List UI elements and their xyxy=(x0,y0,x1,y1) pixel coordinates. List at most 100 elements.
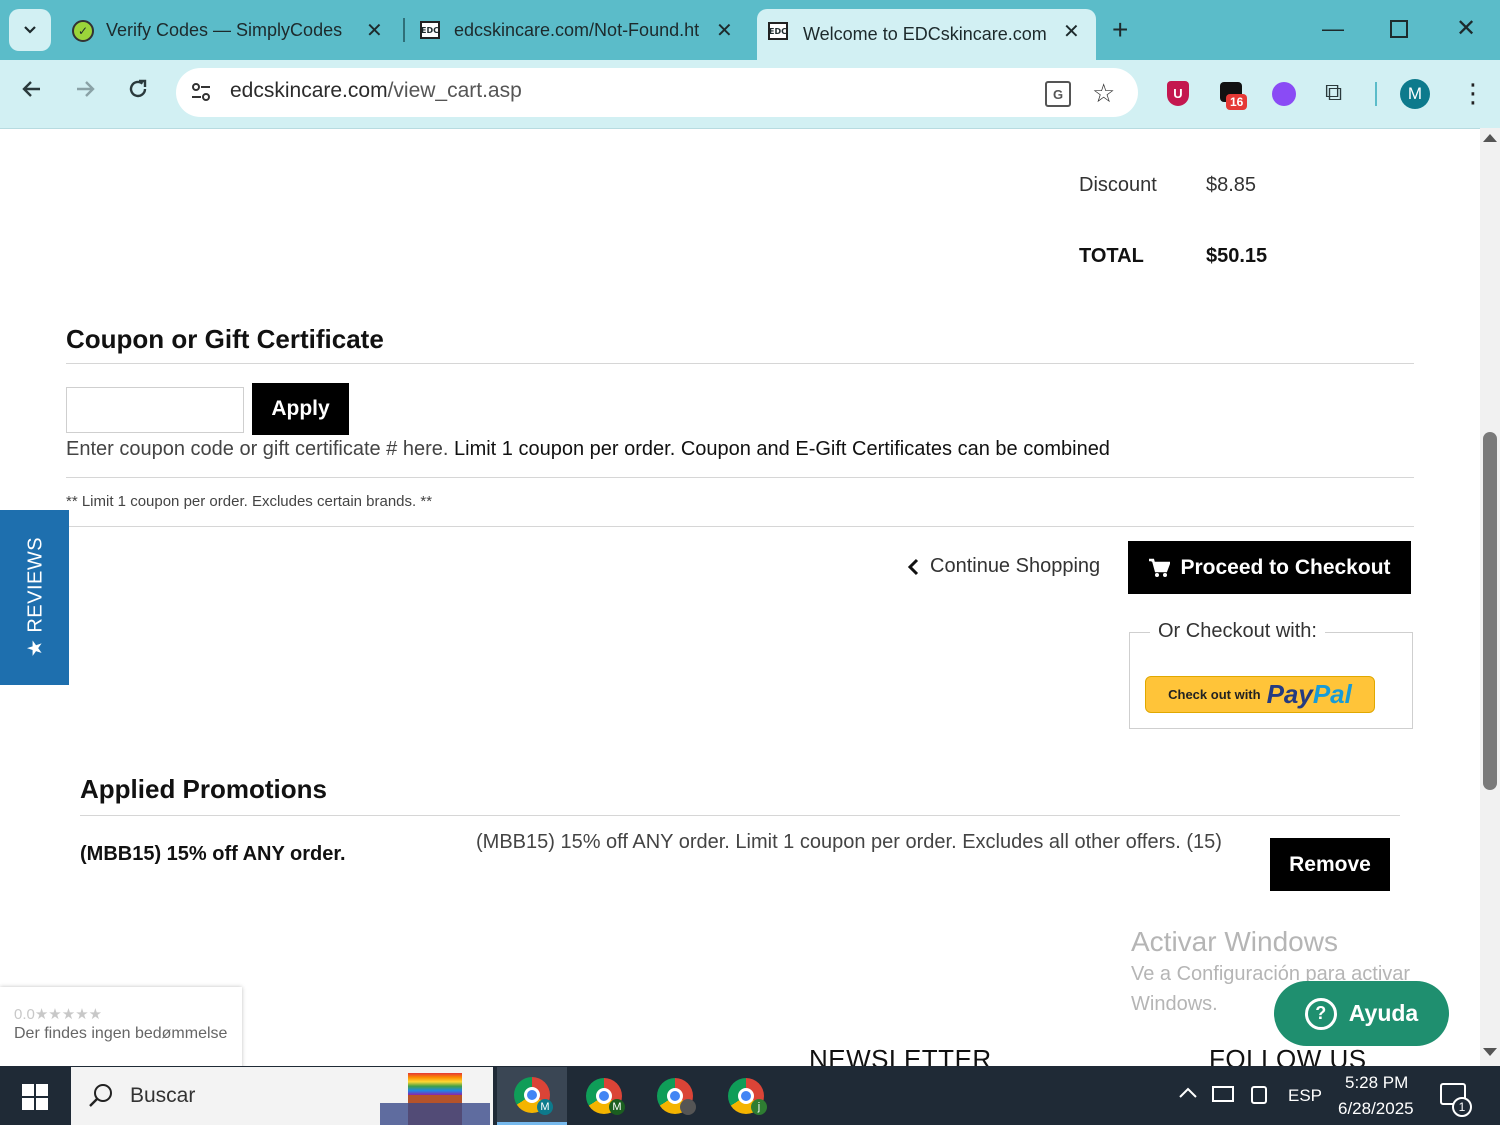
rating-text: Der findes ingen bedømmelse xyxy=(14,1025,228,1042)
help-chat-button[interactable]: ? Ayuda xyxy=(1274,981,1449,1046)
taskbar-chrome-window-3[interactable] xyxy=(640,1067,710,1125)
tab-title: Verify Codes — SimplyCodes xyxy=(106,19,343,40)
arrow-right-icon xyxy=(77,81,95,97)
scrollbar-thumb[interactable] xyxy=(1483,432,1497,790)
start-button[interactable] xyxy=(22,1084,48,1110)
coupon-input[interactable] xyxy=(66,387,244,433)
close-tab-icon[interactable]: ✕ xyxy=(1063,19,1080,44)
taskbar-search-placeholder: Buscar xyxy=(130,1084,196,1107)
chevron-down-icon xyxy=(24,26,36,34)
windows-activation-title: Activar Windows xyxy=(1131,926,1338,957)
rating-value: 0.0 xyxy=(14,1006,35,1023)
arrow-left-icon xyxy=(22,81,40,97)
reload-button[interactable] xyxy=(126,77,150,108)
tab-simplycodes[interactable]: ✓ Verify Codes — SimplyCodes ✕ xyxy=(60,8,400,52)
search-icon xyxy=(88,1082,114,1113)
apply-coupon-button[interactable]: Apply xyxy=(252,383,349,435)
close-tab-icon[interactable]: ✕ xyxy=(716,18,733,43)
browser-menu-icon[interactable]: ⋮ xyxy=(1460,76,1486,110)
forward-button[interactable] xyxy=(73,77,97,108)
tab-divider xyxy=(403,18,405,42)
remove-promotion-button[interactable]: Remove xyxy=(1270,838,1390,891)
url-domain: edcskincare.com xyxy=(230,79,388,102)
scroll-up-arrow-icon[interactable] xyxy=(1483,134,1497,142)
edc-favicon-icon: EDC xyxy=(768,22,788,40)
coupon-note: ** Limit 1 coupon per order. Excludes ce… xyxy=(66,493,433,510)
applied-promotions-heading: Applied Promotions xyxy=(80,774,327,804)
or-checkout-with-label: Or Checkout with: xyxy=(1150,620,1325,643)
meet-now-icon[interactable] xyxy=(1251,1086,1267,1104)
coupon-heading: Coupon or Gift Certificate xyxy=(66,324,384,354)
coupon-help-plain: Enter coupon code or gift certificate # … xyxy=(66,438,449,460)
notification-count-badge: 1 xyxy=(1452,1097,1472,1117)
rating-stars: 0.0★★★★★ xyxy=(14,1005,102,1023)
close-tab-icon[interactable]: ✕ xyxy=(366,18,383,43)
coupon-help-text: Enter coupon code or gift certificate # … xyxy=(66,438,1110,461)
promotion-name: (MBB15) 15% off ANY order. xyxy=(80,843,346,865)
tab-edc-not-found[interactable]: EDC edcskincare.com/Not-Found.ht ✕ xyxy=(410,8,750,52)
total-value: $50.15 xyxy=(1206,245,1268,267)
extension-badge: 16 xyxy=(1226,94,1248,110)
coupon-help-bold: Limit 1 coupon per order. Coupon and E-G… xyxy=(454,438,1110,460)
clock-date[interactable]: 6/28/2025 xyxy=(1338,1099,1414,1119)
paypal-logo-pay: Pay xyxy=(1266,679,1313,709)
show-hidden-icons-chevron-icon[interactable] xyxy=(1178,1084,1198,1104)
discount-label: Discount xyxy=(1079,174,1157,196)
continue-shopping-label: Continue Shopping xyxy=(930,555,1101,577)
chrome-profile-avatar xyxy=(680,1099,696,1115)
tab-title: Welcome to EDCskincare.com - xyxy=(803,24,1048,44)
chrome-profile-letter: M xyxy=(609,1099,625,1115)
proceed-to-checkout-button[interactable]: Proceed to Checkout xyxy=(1128,541,1411,594)
tab-search-button[interactable] xyxy=(9,9,51,51)
windows-logo-icon xyxy=(22,1084,34,1096)
proceed-to-checkout-label: Proceed to Checkout xyxy=(1180,555,1391,579)
continue-shopping-link[interactable]: Continue Shopping xyxy=(906,555,1100,578)
extensions-puzzle-icon[interactable]: ⧉ xyxy=(1325,79,1342,107)
divider xyxy=(66,363,1414,364)
stars-icon: ★★★★★ xyxy=(34,1006,103,1023)
network-icon[interactable] xyxy=(1212,1086,1234,1102)
simplycodes-favicon-icon: ✓ xyxy=(72,20,94,42)
paypal-checkout-button[interactable]: Check out with PayPal xyxy=(1145,676,1375,713)
paypal-logo-pal: Pal xyxy=(1312,679,1352,709)
reviews-tab-label: ★ REVIEWS xyxy=(24,536,47,658)
translate-icon[interactable]: G xyxy=(1045,81,1071,107)
purple-extension-icon[interactable] xyxy=(1272,82,1296,106)
bookmark-star-icon[interactable]: ☆ xyxy=(1092,78,1115,109)
total-label: TOTAL xyxy=(1079,245,1144,267)
close-window-button[interactable]: ✕ xyxy=(1456,14,1476,43)
follow-us-heading: FOLLOW US xyxy=(1209,1044,1367,1066)
reload-icon xyxy=(129,79,147,98)
chrome-profile-letter: M xyxy=(537,1099,553,1115)
shopping-cart-icon xyxy=(1149,558,1171,577)
url-text[interactable]: edcskincare.com/view_cart.asp xyxy=(230,79,522,103)
chrome-profile-letter: j xyxy=(751,1099,767,1115)
url-path: /view_cart.asp xyxy=(387,79,522,102)
taskbar-chrome-window-1[interactable]: M xyxy=(497,1067,567,1125)
ublock-extension-icon[interactable]: U xyxy=(1167,81,1189,106)
rating-badge[interactable]: 0.0★★★★★ Der findes ingen bedømmelse xyxy=(0,987,242,1069)
divider xyxy=(66,526,1414,527)
tab-title: edcskincare.com/Not-Found.ht xyxy=(454,19,699,40)
divider xyxy=(66,477,1414,478)
language-indicator[interactable]: ESP xyxy=(1288,1086,1322,1106)
site-info-icon[interactable] xyxy=(190,81,212,108)
tab-edc-welcome[interactable]: EDC Welcome to EDCskincare.com - ✕ xyxy=(757,9,1096,60)
search-highlight-image xyxy=(380,1069,490,1125)
new-tab-button[interactable]: + xyxy=(1112,14,1128,46)
profile-avatar[interactable]: M xyxy=(1400,79,1430,109)
back-button[interactable] xyxy=(20,77,44,108)
minimize-window-button[interactable]: — xyxy=(1322,16,1344,42)
taskbar-chrome-window-4[interactable]: j xyxy=(711,1067,781,1125)
paypal-logo: PayPal xyxy=(1267,679,1352,710)
restore-window-button[interactable] xyxy=(1390,20,1408,38)
discount-value: $8.85 xyxy=(1206,174,1257,196)
taskbar-chrome-window-2[interactable]: M xyxy=(569,1067,639,1125)
help-label: Ayuda xyxy=(1348,1000,1419,1026)
question-circle-icon: ? xyxy=(1304,997,1337,1030)
scroll-down-arrow-icon[interactable] xyxy=(1483,1048,1497,1056)
reviews-side-tab[interactable]: ★ REVIEWS xyxy=(0,510,69,685)
windows-activation-line2: Windows. xyxy=(1131,993,1218,1015)
edc-favicon-icon: EDC xyxy=(420,21,440,39)
clock-time[interactable]: 5:28 PM xyxy=(1345,1073,1408,1093)
